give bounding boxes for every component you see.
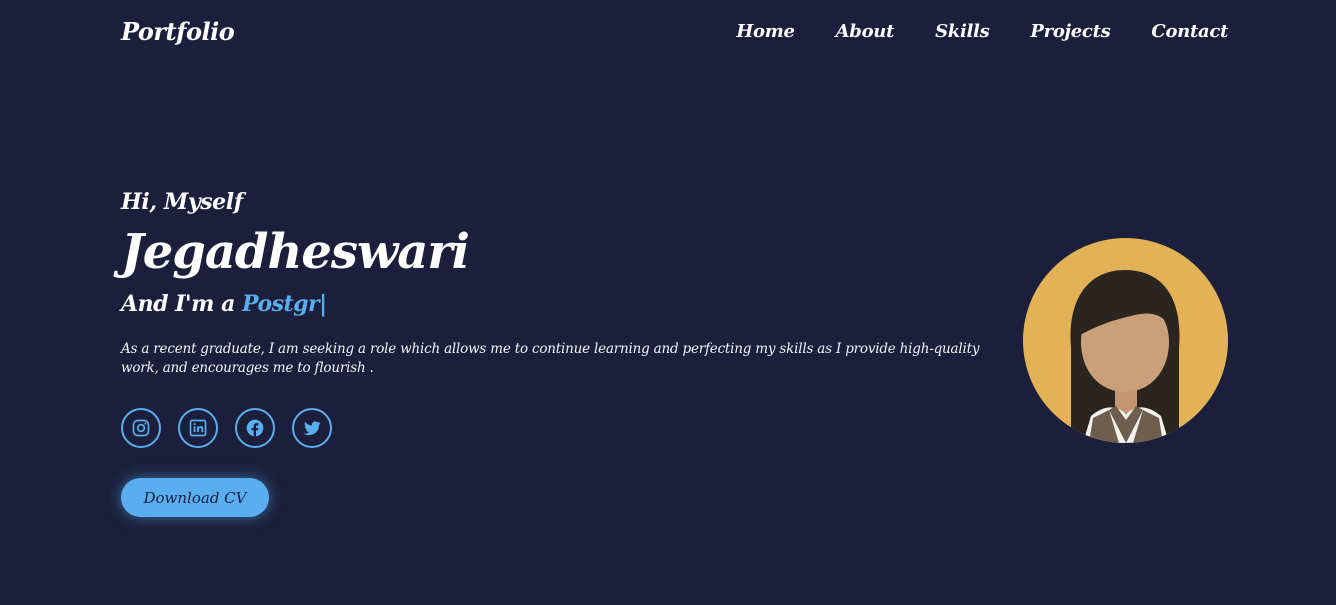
facebook-link[interactable] — [235, 408, 275, 448]
linkedin-link[interactable] — [178, 408, 218, 448]
hero-greeting: Hi, Myself — [121, 189, 243, 215]
twitter-icon — [303, 421, 321, 436]
hero-intro: As a recent graduate, I am seeking a rol… — [121, 341, 980, 376]
portfolio-page: Portfolio Home About Skills Projects Con… — [0, 0, 1336, 605]
hero-name: Jegadheswari — [121, 224, 470, 280]
main-nav: Home About Skills Projects Contact — [736, 21, 1228, 42]
facebook-icon — [246, 419, 264, 437]
instagram-link[interactable] — [121, 408, 161, 448]
social-links — [121, 408, 332, 448]
role-prefix: And I'm a — [121, 291, 235, 317]
linkedin-icon — [189, 419, 207, 437]
nav-about[interactable]: About — [836, 21, 895, 42]
avatar — [1023, 238, 1228, 443]
nav-projects[interactable]: Projects — [1030, 21, 1110, 42]
hero-role-line: And I'm a Postgr| — [121, 291, 327, 317]
role-typed-text: Postgr — [242, 291, 320, 317]
instagram-icon — [132, 419, 150, 437]
typing-caret: | — [319, 291, 327, 317]
nav-home[interactable]: Home — [736, 21, 795, 42]
nav-skills[interactable]: Skills — [935, 21, 990, 42]
brand-logo[interactable]: Portfolio — [121, 17, 235, 46]
twitter-link[interactable] — [292, 408, 332, 448]
download-cv-button[interactable]: Download CV — [121, 478, 269, 517]
nav-contact[interactable]: Contact — [1151, 21, 1228, 42]
